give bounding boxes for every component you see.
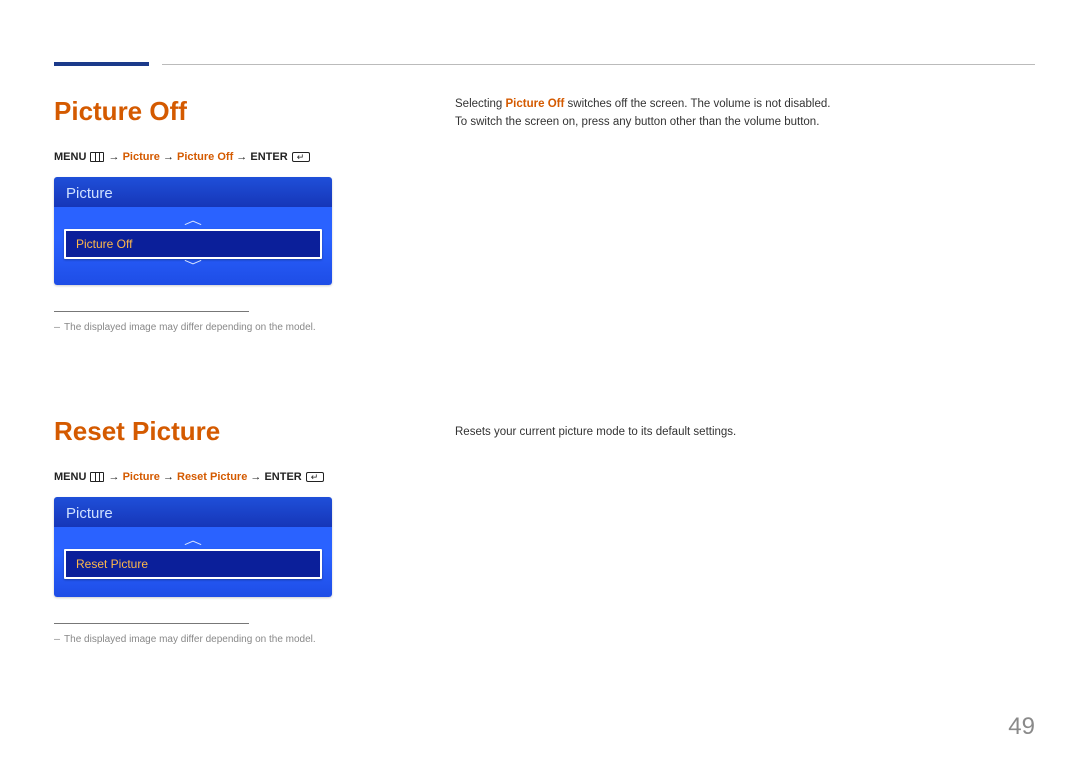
footnote-text: The displayed image may differ depending… [64, 322, 316, 333]
chevron-down-icon: ﹀ [64, 259, 322, 275]
osd-body: ︿ Picture Off ﹀ [54, 207, 332, 285]
body-line2: To switch the screen on, press any butto… [455, 116, 819, 128]
path-seg-reset-picture: Reset Picture [177, 471, 247, 483]
footnote-picture-off: ―The displayed image may differ dependin… [54, 322, 434, 333]
section-title-picture-off: Picture Off [54, 96, 434, 127]
path-seg-picture-off: Picture Off [177, 151, 233, 163]
menu-label: MENU [54, 471, 86, 483]
body-post: switches off the screen. The volume is n… [564, 98, 830, 110]
body-pre: Selecting [455, 98, 506, 110]
enter-icon [292, 152, 310, 162]
section-picture-off-left: Picture Off MENU → Picture → Picture Off… [54, 96, 434, 333]
osd-body: ︿ Reset Picture [54, 527, 332, 597]
path-seg-picture: Picture [123, 151, 160, 163]
osd-item-reset-picture[interactable]: Reset Picture [64, 549, 322, 579]
footnote-separator [54, 623, 249, 624]
menu-icon [90, 472, 104, 482]
footnote-reset-picture: ―The displayed image may differ dependin… [54, 634, 434, 645]
enter-icon [306, 472, 324, 482]
chevron-up-icon: ︿ [64, 533, 322, 549]
section-picture-off-right: Selecting Picture Off switches off the s… [455, 96, 1035, 132]
section-title-reset-picture: Reset Picture [54, 416, 434, 447]
osd-box-reset-picture: Picture ︿ Reset Picture [54, 497, 332, 597]
footnote-text: The displayed image may differ depending… [64, 634, 316, 645]
osd-box-picture-off: Picture ︿ Picture Off ﹀ [54, 177, 332, 285]
menu-icon [90, 152, 104, 162]
path-seg-picture: Picture [123, 471, 160, 483]
page-number: 49 [1008, 713, 1035, 741]
enter-label: ENTER [264, 471, 301, 483]
accent-bar [54, 62, 149, 66]
menu-path-reset-picture: MENU → Picture → Reset Picture → ENTER [54, 471, 434, 483]
osd-bottom-spacer [64, 579, 322, 587]
section-reset-picture-right: Resets your current picture mode to its … [455, 424, 1035, 442]
top-divider [162, 64, 1035, 65]
osd-item-picture-off[interactable]: Picture Off [64, 229, 322, 259]
chevron-up-icon: ︿ [64, 213, 322, 229]
menu-path-picture-off: MENU → Picture → Picture Off → ENTER [54, 151, 434, 163]
section-reset-picture-left: Reset Picture MENU → Picture → Reset Pic… [54, 416, 434, 645]
body-accent: Picture Off [506, 98, 565, 110]
footnote-separator [54, 311, 249, 312]
menu-label: MENU [54, 151, 86, 163]
osd-header: Picture [54, 177, 332, 207]
osd-header: Picture [54, 497, 332, 527]
body-text-picture-off: Selecting Picture Off switches off the s… [455, 96, 1035, 132]
body-text-reset-picture: Resets your current picture mode to its … [455, 424, 1035, 442]
enter-label: ENTER [250, 151, 287, 163]
